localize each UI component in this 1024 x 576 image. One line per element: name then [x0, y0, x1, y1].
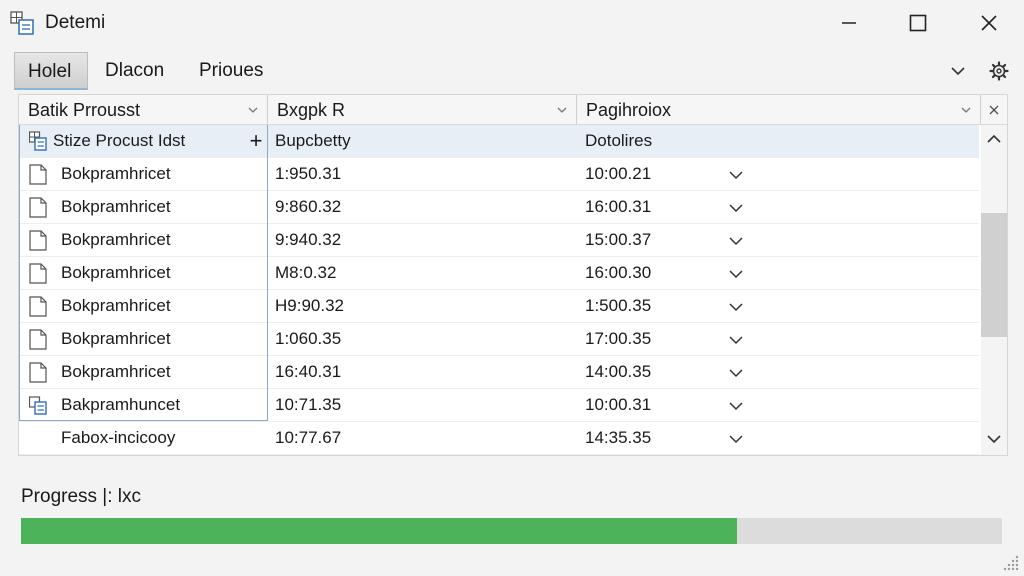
tab-prioues[interactable]: Prioues [186, 52, 276, 90]
row-value: 1:950.31 [275, 164, 342, 183]
row-value: 9:860.32 [275, 197, 342, 216]
add-icon[interactable]: + [245, 125, 267, 157]
chevron-down-icon[interactable] [729, 235, 743, 247]
row-time: 14:35.35 [585, 428, 652, 447]
group-table-icon [29, 131, 47, 151]
chevron-down-icon [987, 435, 1001, 444]
table-row[interactable]: Fabox-incicooy 10:77.67 14:35.35 [19, 422, 979, 455]
table-row[interactable]: Bokpramhricet 9:860.32 16:00.31 [19, 191, 979, 224]
table-row[interactable]: Bokpramhricet H9:90.32 1:500.35 [19, 290, 979, 323]
table-window-icon [10, 11, 34, 35]
title-bar: Detemi [0, 0, 1024, 46]
group-col2: Bupcbetty [275, 131, 351, 150]
document-icon [29, 362, 47, 383]
row-name: Bokpramhricet [61, 296, 171, 315]
column-header-3[interactable]: Pagihroiox [577, 95, 981, 125]
tab-bar: Holel Dlacon Prioues [0, 50, 1024, 94]
document-icon [29, 329, 47, 350]
row-value: 16:40.31 [275, 362, 342, 381]
table-row[interactable]: Bokpramhricet 1:950.31 10:00.21 [19, 158, 979, 191]
row-name: Fabox-incicooy [61, 428, 176, 447]
chevron-down-icon[interactable] [729, 433, 743, 445]
settings-button[interactable] [988, 60, 1010, 82]
close-icon [981, 15, 997, 31]
chevron-up-icon [987, 134, 1001, 143]
chevron-down-icon[interactable] [729, 400, 743, 412]
column-header-label: Bxgpk R [277, 100, 346, 120]
row-value: 9:940.32 [275, 230, 342, 249]
chevron-down-icon[interactable] [729, 301, 743, 313]
chevron-down-icon[interactable] [729, 268, 743, 280]
row-name: Bokpramhricet [61, 362, 171, 381]
column-close-button[interactable] [981, 95, 1007, 125]
group-label: Stize Procust Idst [53, 131, 186, 150]
row-time: 10:00.31 [585, 395, 652, 414]
document-icon [29, 263, 47, 284]
row-time: 1:500.35 [585, 296, 652, 315]
table-row[interactable]: Bokpramhricet 1:060.35 17:00.35 [19, 323, 979, 356]
row-time: 17:00.35 [585, 329, 652, 348]
window-title: Detemi [45, 12, 106, 33]
table-row[interactable]: Bokpramhricet 9:940.32 15:00.37 [19, 224, 979, 257]
group-col3: Dotolires [585, 131, 653, 150]
data-grid: Batik Prrousst Bxgpk R Pagihroiox Stize … [18, 94, 1008, 456]
table-document-icon [29, 396, 47, 415]
progress-bar [21, 518, 1002, 544]
row-time: 15:00.37 [585, 230, 652, 249]
maximize-icon [909, 14, 927, 32]
settings-icon [989, 61, 1009, 81]
scroll-down-button[interactable] [981, 425, 1007, 453]
scroll-up-button[interactable] [981, 125, 1007, 153]
close-icon [989, 105, 999, 114]
chevron-down-icon[interactable] [729, 334, 743, 346]
chevron-down-icon[interactable] [729, 169, 743, 181]
progress-label: Progress |: lxc [21, 486, 142, 507]
row-time: 14:00.35 [585, 362, 652, 381]
row-value: 10:71.35 [275, 395, 342, 414]
row-time: 16:00.30 [585, 263, 652, 282]
tab-holel[interactable]: Holel [14, 52, 88, 90]
minimize-button[interactable] [829, 8, 869, 38]
row-value: 10:77.67 [275, 428, 342, 447]
row-time: 16:00.31 [585, 197, 652, 216]
chevron-down-icon [248, 107, 258, 113]
chevron-down-icon [951, 67, 965, 76]
progress-fill [21, 518, 738, 544]
document-icon [29, 296, 47, 317]
column-header-2[interactable]: Bxgpk R [268, 95, 577, 125]
row-name: Bokpramhricet [61, 197, 171, 216]
maximize-button[interactable] [898, 8, 938, 38]
close-button[interactable] [969, 8, 1009, 38]
row-value: 1:060.35 [275, 329, 342, 348]
document-icon [29, 164, 47, 185]
row-name: Bokpramhricet [61, 329, 171, 348]
row-value: M8:0.32 [275, 263, 337, 282]
row-name: Bokpramhricet [61, 230, 171, 249]
table-row[interactable]: Bakpramhuncet 10:71.35 10:00.31 [19, 389, 979, 422]
row-name: Bokpramhricet [61, 164, 171, 183]
chevron-down-icon [557, 107, 567, 113]
minimize-icon [842, 22, 856, 24]
tab-dlacon[interactable]: Dlacon [92, 52, 177, 90]
row-name: Bokpramhricet [61, 263, 171, 282]
chevron-down-icon [961, 107, 971, 113]
table-row[interactable]: Bokpramhricet 16:40.31 14:00.35 [19, 356, 979, 389]
column-header-1[interactable]: Batik Prrousst [19, 95, 268, 125]
vertical-scrollbar[interactable] [981, 125, 1007, 455]
document-icon [29, 197, 47, 218]
resize-grip-icon[interactable] [1002, 554, 1020, 572]
column-header-label: Batik Prrousst [28, 100, 141, 120]
table-row[interactable]: Bokpramhricet M8:0.32 16:00.30 [19, 257, 979, 290]
chevron-down-icon[interactable] [729, 202, 743, 214]
row-time: 10:00.21 [585, 164, 652, 183]
column-header-label: Pagihroiox [586, 100, 672, 120]
row-name: Bakpramhuncet [61, 395, 181, 414]
tab-menu-button[interactable] [947, 60, 969, 82]
group-row[interactable]: Stize Procust Idst + Bupcbetty Dotolires [19, 125, 979, 158]
chevron-down-icon[interactable] [729, 367, 743, 379]
row-value: H9:90.32 [275, 296, 344, 315]
scroll-thumb[interactable] [981, 213, 1007, 337]
document-icon [29, 230, 47, 251]
